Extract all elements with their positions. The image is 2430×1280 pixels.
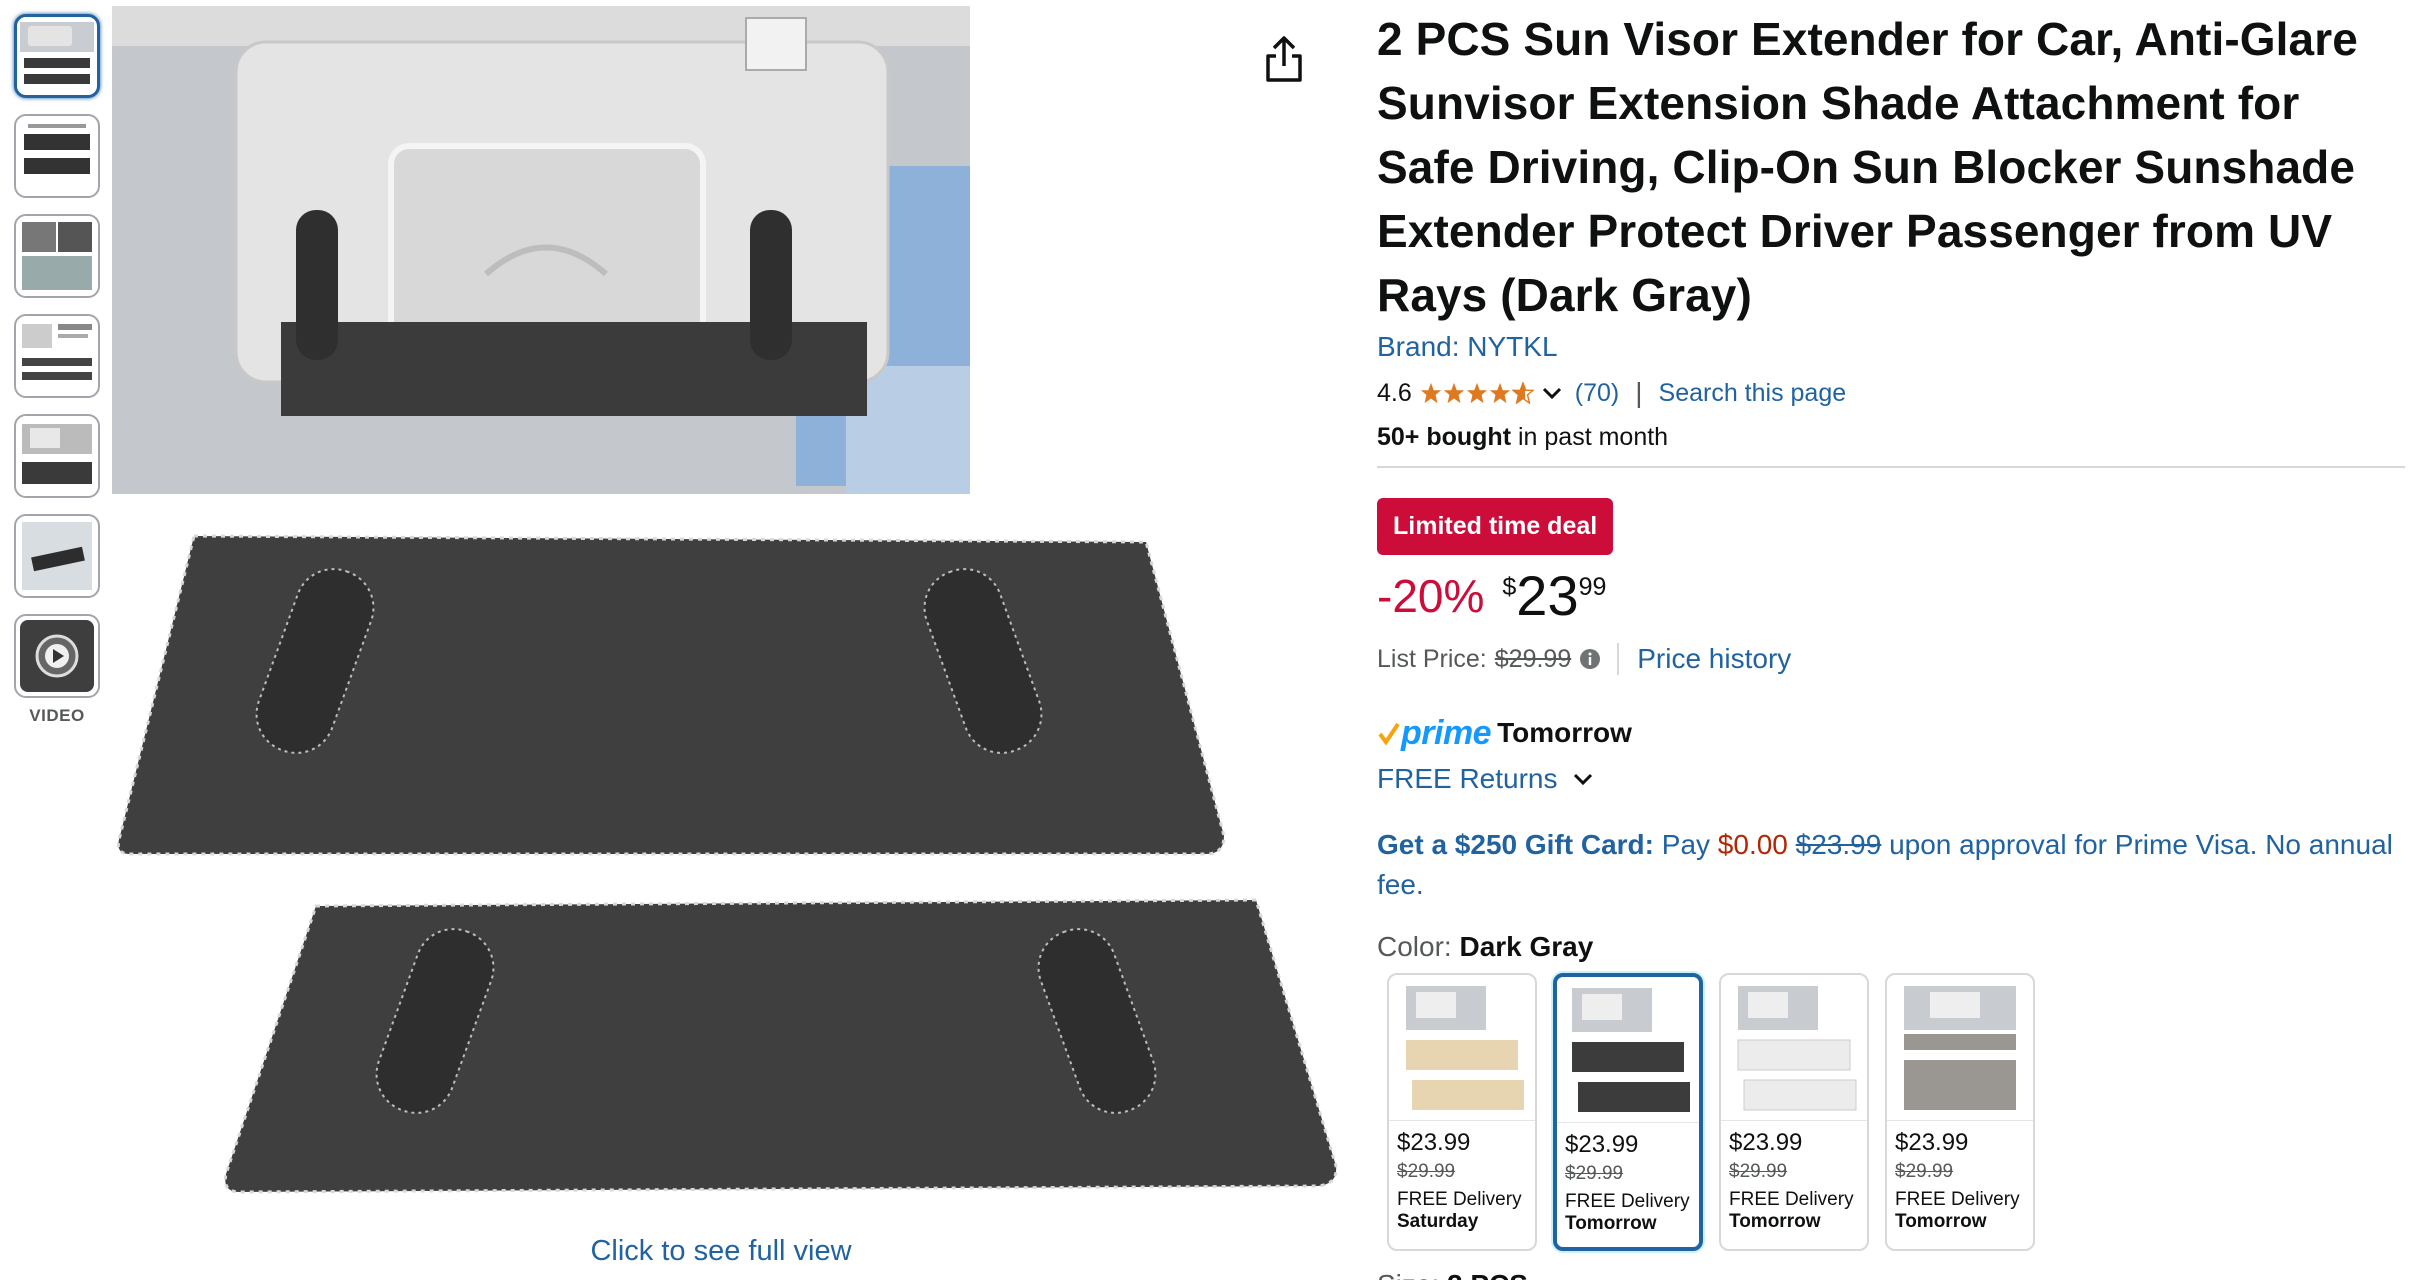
swatch-price: $23.99	[1895, 1129, 1969, 1156]
price-currency: $	[1502, 573, 1517, 601]
swatch-delivery-day: Tomorrow	[1895, 1211, 1987, 1232]
swatch-list-price: $29.99	[1895, 1161, 1954, 1182]
color-swatch-taupe[interactable]: $23.99 $29.99 FREE Delivery Tomorrow	[1885, 973, 2035, 1251]
review-count-link[interactable]: (70)	[1575, 379, 1619, 408]
swatch-list-price: $29.99	[1397, 1161, 1456, 1182]
color-swatch-dark-gray[interactable]: $23.99 $29.99 FREE Delivery Tomorrow	[1553, 973, 1703, 1251]
product-details: 2 PCS Sun Visor Extender for Car, Anti-G…	[1377, 0, 2407, 1280]
main-product-image[interactable]	[106, 6, 1346, 1236]
divider: |	[1635, 377, 1643, 408]
swatch-delivery-day: Tomorrow	[1565, 1213, 1657, 1234]
gift-pay-text: Pay	[1653, 829, 1718, 860]
swatch-delivery-day: Saturday	[1397, 1211, 1479, 1232]
rating-row: 4.6 (70) | Search this page	[1377, 377, 2407, 409]
color-swatches: $23.99 $29.99 FREE Delivery Saturday $23…	[1387, 973, 2407, 1251]
swatch-delivery-day: Tomorrow	[1729, 1211, 1821, 1232]
chevron-down-icon	[1573, 773, 1592, 786]
discount-percent: -20%	[1377, 570, 1485, 622]
swatch-price: $23.99	[1565, 1131, 1639, 1158]
swatch-delivery: FREE Delivery	[1565, 1191, 1690, 1212]
star-icon	[1420, 382, 1441, 404]
divider-line	[1377, 466, 2405, 468]
star-icon	[1466, 382, 1487, 404]
swatch-delivery: FREE Delivery	[1397, 1189, 1522, 1210]
brand-link[interactable]: Brand: NYTKL	[1377, 331, 2407, 363]
prime-delivery-day: Tomorrow	[1497, 717, 1632, 748]
free-returns-link[interactable]: FREE Returns	[1377, 759, 2407, 799]
color-swatch-beige[interactable]: $23.99 $29.99 FREE Delivery Saturday	[1387, 973, 1537, 1251]
half-star-icon	[1511, 382, 1534, 404]
bought-in-past-month: 50+ bought in past month	[1377, 423, 2407, 452]
prime-delivery-row: prime Tomorrow	[1377, 713, 2407, 753]
star-icon	[1443, 382, 1464, 404]
thumbnail-image-4[interactable]	[14, 314, 100, 398]
list-price-label: List Price:	[1377, 644, 1487, 673]
swatch-delivery: FREE Delivery	[1895, 1189, 2020, 1210]
bought-period: in past month	[1511, 423, 1669, 451]
swatch-image	[1887, 975, 2033, 1121]
limited-time-deal-badge: Limited time deal	[1377, 498, 1614, 555]
star-icon	[1489, 382, 1510, 404]
star-rating-icon[interactable]	[1420, 382, 1535, 404]
swatch-list-price: $29.99	[1565, 1163, 1624, 1184]
prime-check-icon	[1378, 722, 1400, 746]
color-label: Color:	[1377, 931, 1460, 962]
prime-logo: prime	[1401, 713, 1492, 752]
swatch-image	[1389, 975, 1535, 1121]
swatch-image	[1721, 975, 1867, 1121]
list-price-row: List Price: $29.99 Price history	[1377, 639, 2407, 679]
video-label: VIDEO	[29, 706, 85, 725]
thumbnail-strip: VIDEO	[14, 14, 104, 726]
price-fraction: 99	[1578, 573, 1607, 601]
gift-strike-price: $23.99	[1795, 829, 1882, 860]
color-swatch-light-gray[interactable]: $23.99 $29.99 FREE Delivery Tomorrow	[1719, 973, 1869, 1251]
swatch-price: $23.99	[1397, 1129, 1471, 1156]
selected-size: 2 PCS	[1447, 1269, 1528, 1280]
thumbnail-image-5[interactable]	[14, 414, 100, 498]
thumbnail-image-1[interactable]	[14, 14, 100, 98]
price-history-link[interactable]: Price history	[1617, 643, 1791, 675]
selected-color: Dark Gray	[1459, 931, 1594, 962]
color-selection: Color: Dark Gray	[1377, 931, 2407, 963]
free-returns-label: FREE Returns	[1377, 763, 1558, 794]
product-title: 2 PCS Sun Visor Extender for Car, Anti-G…	[1377, 13, 2358, 321]
list-price-value: $29.99	[1494, 644, 1572, 673]
thumbnail-image-3[interactable]	[14, 214, 100, 298]
click-to-see-full-view-link[interactable]: Click to see full view	[106, 1235, 1336, 1268]
info-icon[interactable]	[1579, 648, 1601, 670]
search-this-page-link[interactable]: Search this page	[1659, 379, 1847, 408]
bought-count: 50+ bought	[1377, 423, 1512, 451]
size-label: Size:	[1377, 1269, 1447, 1280]
price-row: -20% $ 23 99	[1377, 567, 2407, 631]
swatch-list-price: $29.99	[1729, 1161, 1788, 1182]
swatch-price: $23.99	[1729, 1129, 1803, 1156]
thumbnail-image-6[interactable]	[14, 514, 100, 598]
price-whole: 23	[1516, 564, 1579, 627]
swatch-image	[1557, 977, 1699, 1123]
swatch-delivery: FREE Delivery	[1729, 1189, 1854, 1210]
share-icon[interactable]	[1262, 34, 1306, 84]
size-selection: Size: 2 PCS	[1377, 1269, 2407, 1280]
gift-card-offer[interactable]: Get a $250 Gift Card: Pay $0.00 $23.99 u…	[1377, 825, 2407, 905]
thumbnail-video[interactable]	[14, 614, 100, 698]
gift-card-heading: Get a $250 Gift Card:	[1377, 829, 1654, 860]
thumbnail-image-2[interactable]	[14, 114, 100, 198]
chevron-down-icon[interactable]	[1539, 383, 1565, 403]
gift-pay-amount: $0.00	[1717, 829, 1788, 860]
rating-value: 4.6	[1377, 378, 1412, 407]
